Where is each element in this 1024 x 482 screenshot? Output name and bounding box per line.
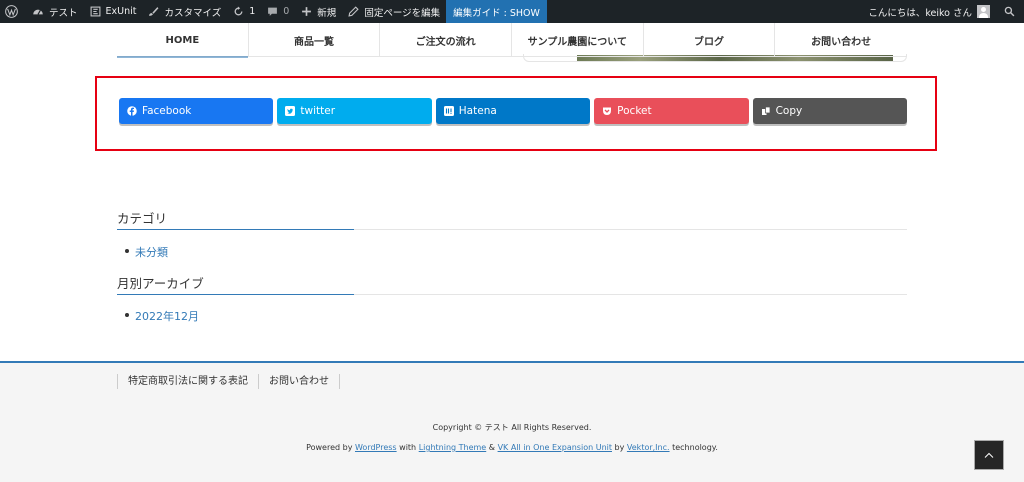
admin-new[interactable]: 新規: [295, 0, 342, 23]
archives-widget-title: 月別アーカイブ: [117, 273, 907, 295]
dashboard-icon: [33, 9, 43, 15]
categories-list: 未分類: [125, 244, 168, 260]
exunit-icon: [90, 6, 100, 17]
admin-account[interactable]: こんにちは、keiko さん: [862, 0, 996, 23]
lightning-theme-link[interactable]: Lightning Theme: [419, 443, 487, 452]
copy-icon: [761, 106, 771, 116]
admin-site-name[interactable]: テスト: [26, 0, 84, 23]
archives-list: 2022年12月: [125, 308, 199, 324]
admin-edit-page[interactable]: 固定ページを編集: [342, 0, 446, 23]
share-twitter-button[interactable]: twitter: [277, 98, 432, 124]
nav-order-flow[interactable]: ご注文の流れ: [380, 23, 512, 57]
plus-icon: [302, 7, 312, 16]
admin-updates[interactable]: 1: [227, 0, 261, 23]
chevron-up-icon: [984, 452, 994, 458]
avatar: [977, 5, 990, 18]
vk-expansion-unit-link[interactable]: VK All in One Expansion Unit: [498, 443, 612, 452]
update-icon: [234, 6, 243, 16]
share-facebook-button[interactable]: Facebook: [119, 98, 274, 124]
archive-link[interactable]: 2022年12月: [125, 308, 199, 324]
pocket-icon: [602, 106, 612, 116]
facebook-icon: [127, 106, 137, 116]
nav-contact[interactable]: お問い合わせ: [775, 23, 907, 57]
share-copy-button[interactable]: Copy: [752, 98, 907, 124]
nav-home[interactable]: HOME: [117, 23, 249, 58]
admin-edit-guide[interactable]: 編集ガイド : SHOW: [446, 0, 547, 23]
category-link[interactable]: 未分類: [125, 244, 168, 260]
widget-title-underline: [117, 294, 907, 295]
categories-widget-title: カテゴリ: [117, 208, 907, 230]
wordpress-link[interactable]: WordPress: [355, 443, 397, 452]
widget-title-underline: [117, 229, 907, 230]
wordpress-logo-icon[interactable]: [0, 0, 26, 23]
global-nav: HOME 商品一覧 ご注文の流れ サンプル農園について ブログ お問い合わせ: [117, 23, 907, 58]
pencil-icon: [348, 6, 359, 17]
admin-search-icon[interactable]: [996, 0, 1024, 23]
admin-customize[interactable]: カスタマイズ: [142, 0, 227, 23]
footer-link-tokushoho[interactable]: 特定商取引法に関する表記: [117, 374, 258, 389]
hatena-icon: [443, 106, 454, 116]
share-pocket-button[interactable]: Pocket: [594, 98, 749, 124]
nav-blog[interactable]: ブログ: [644, 23, 776, 57]
nav-farm[interactable]: サンプル農園について: [512, 23, 644, 57]
vektor-link[interactable]: Vektor,Inc.: [627, 443, 670, 452]
page-top-button[interactable]: [974, 440, 1004, 470]
powered-by-text: Powered by WordPress with Lightning Them…: [306, 443, 718, 452]
site-footer: 特定商取引法に関する表記 お問い合わせ Copyright © テスト All …: [0, 361, 1024, 482]
share-buttons: Facebook twitter Hatena Pocket Copy: [119, 98, 907, 124]
admin-bar: テスト ExUnit カスタマイズ 1 0 新規 固定ページを編集 編集ガイド …: [0, 0, 1024, 23]
footer-nav: 特定商取引法に関する表記 お問い合わせ: [117, 374, 340, 389]
admin-comments[interactable]: 0: [261, 0, 295, 23]
copyright-text: Copyright © テスト All Rights Reserved.: [432, 423, 592, 432]
share-hatena-button[interactable]: Hatena: [435, 98, 591, 124]
nav-products[interactable]: 商品一覧: [249, 23, 381, 57]
comment-icon: [268, 7, 278, 16]
twitter-icon: [285, 106, 296, 116]
footer-link-contact[interactable]: お問い合わせ: [258, 374, 340, 389]
admin-exunit[interactable]: ExUnit: [84, 0, 143, 23]
brush-icon: [149, 7, 159, 16]
